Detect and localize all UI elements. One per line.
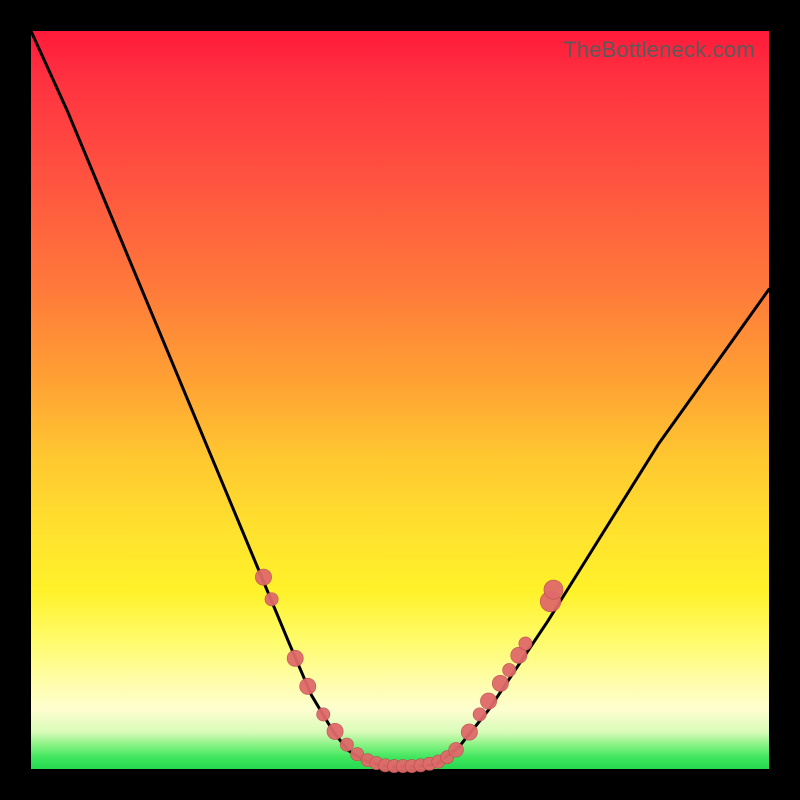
data-marker (255, 569, 271, 585)
data-marker (492, 675, 508, 691)
data-marker (265, 593, 278, 606)
data-marker (449, 742, 464, 757)
curve-layer (31, 31, 769, 767)
data-marker (473, 708, 486, 721)
data-marker (340, 738, 353, 751)
data-marker (480, 693, 496, 709)
bottleneck-curve (31, 31, 769, 767)
data-marker (327, 723, 343, 739)
chart-frame: TheBottleneck.com (0, 0, 800, 800)
data-marker (544, 580, 563, 599)
data-marker (503, 663, 516, 676)
data-marker (287, 650, 303, 666)
data-marker (300, 678, 316, 694)
data-marker (461, 724, 477, 740)
data-marker (519, 637, 532, 650)
data-marker (317, 708, 330, 721)
chart-plot-area: TheBottleneck.com (31, 31, 769, 769)
chart-svg (31, 31, 769, 769)
